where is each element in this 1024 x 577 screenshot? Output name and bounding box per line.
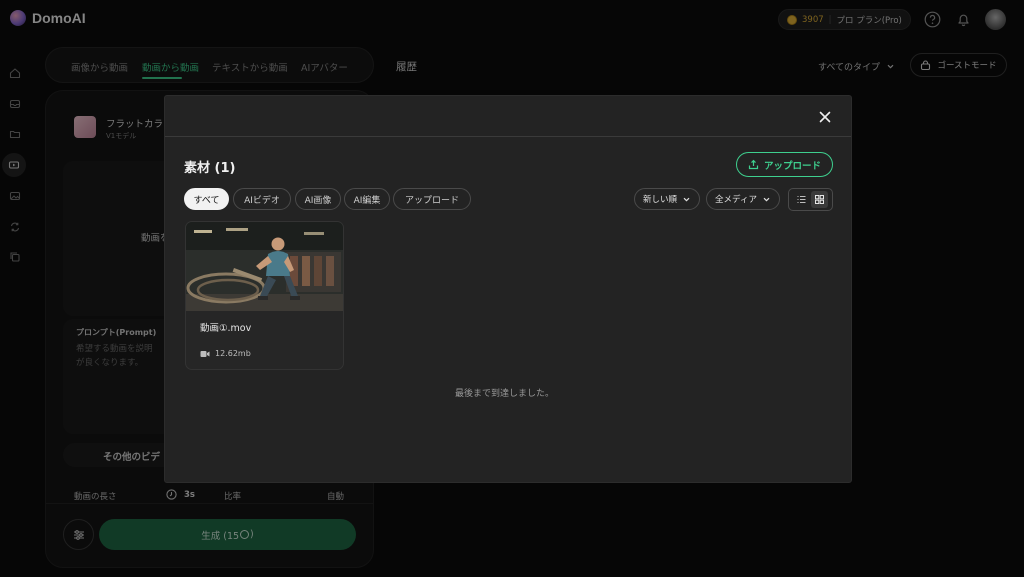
- chevron-down-icon: [762, 195, 771, 204]
- upload-button[interactable]: アップロード: [736, 152, 833, 177]
- filter-all[interactable]: すべて: [184, 188, 229, 210]
- media-dropdown[interactable]: 全メディア: [706, 188, 780, 210]
- filter-upload[interactable]: アップロード: [393, 188, 471, 210]
- asset-name: 動画①.mov: [200, 323, 252, 334]
- filter-ai-video[interactable]: AIビデオ: [233, 188, 291, 210]
- media-label: 全メディア: [715, 195, 757, 205]
- modal-header: [165, 96, 851, 137]
- end-of-list-message: 最後まで到達しました。: [455, 389, 555, 399]
- close-icon[interactable]: [817, 109, 833, 125]
- chevron-down-icon: [682, 195, 691, 204]
- asset-size: 12.62mb: [215, 349, 251, 358]
- assets-modal: 素材 (1) アップロード すべて AIビデオ AI画像 AI編集 アップロード…: [164, 95, 852, 483]
- asset-meta: 12.62mb: [200, 349, 251, 358]
- upload-label: アップロード: [763, 160, 821, 172]
- filter-ai-edit[interactable]: AI編集: [344, 188, 390, 210]
- view-toggle: [788, 188, 833, 211]
- list-view-icon[interactable]: [793, 191, 810, 208]
- modal-title: 素材 (1): [184, 161, 236, 176]
- upload-icon: [748, 159, 759, 170]
- sort-dropdown[interactable]: 新しい順: [634, 188, 700, 210]
- grid-view-icon[interactable]: [811, 191, 829, 208]
- video-icon: [200, 350, 210, 358]
- asset-card[interactable]: 動画①.mov 12.62mb: [185, 221, 344, 370]
- sort-label: 新しい順: [642, 195, 677, 205]
- video-thumbnail: [186, 222, 343, 311]
- filter-ai-image[interactable]: AI画像: [295, 188, 341, 210]
